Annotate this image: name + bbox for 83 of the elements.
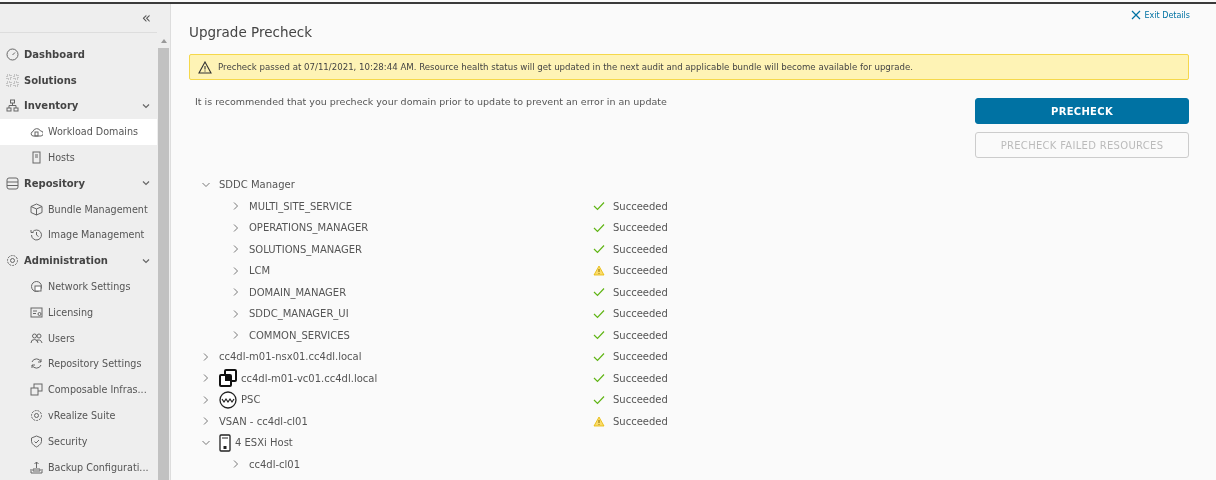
- sync-icon: [30, 357, 43, 371]
- windows-icon: [219, 369, 237, 388]
- tree-node-label: SDDC_MANAGER_UI: [249, 308, 350, 320]
- hierarchy-icon: [6, 99, 19, 113]
- status-text: Succeeded: [613, 265, 668, 277]
- alert-message: Precheck passed at 07/11/2021, 10:28:44 AM. Resource health status will get updated in the next audit and applicable bundle will become available for upgrade.: [218, 62, 914, 72]
- tree-node-label: 4 ESXi Host: [235, 437, 294, 449]
- precheck-button[interactable]: PRECHECK: [975, 98, 1189, 124]
- nav-item[interactable]: Security: [0, 428, 157, 455]
- database-icon: [6, 176, 19, 190]
- chevron-icon[interactable]: [231, 308, 241, 319]
- nav-item[interactable]: Bundle Management: [0, 196, 157, 223]
- users-icon: [30, 331, 43, 345]
- collapse-button[interactable]: «: [135, 9, 157, 28]
- gear-icon: [30, 409, 43, 422]
- exit-details-link[interactable]: Exit Details: [1130, 10, 1190, 20]
- tree-node-label: DOMAIN_MANAGER: [249, 286, 348, 298]
- tree-node-label: VSAN - cc4dl-cl01: [219, 415, 309, 427]
- history-icon: [30, 228, 43, 242]
- grid-icon: [6, 73, 19, 87]
- status-text: Succeeded: [613, 415, 668, 427]
- nav-item[interactable]: Hosts: [0, 144, 157, 171]
- tree-node-label: OPERATIONS_MANAGER: [249, 222, 370, 234]
- chevron-icon[interactable]: [201, 416, 211, 427]
- nav-item[interactable]: Solutions: [0, 67, 157, 94]
- nav-item[interactable]: Users: [0, 325, 157, 351]
- page-title: Upgrade Precheck: [189, 24, 312, 40]
- tree-node-label: LCM: [249, 265, 272, 277]
- nav-item[interactable]: Inventory: [0, 93, 157, 119]
- chevron-icon[interactable]: [231, 222, 241, 233]
- chevron-icon[interactable]: [231, 265, 241, 276]
- status-text: Succeeded: [613, 222, 668, 234]
- status-text: Succeeded: [613, 372, 668, 384]
- cloud-icon: [30, 125, 43, 139]
- shield-icon: [30, 434, 43, 448]
- license-icon: [30, 305, 43, 319]
- network-icon: [30, 280, 43, 293]
- tree-node-label: cc4dl-cl01: [249, 458, 302, 470]
- nav-item[interactable]: Licensing: [0, 299, 157, 326]
- status-text: Succeeded: [613, 200, 668, 212]
- tree-node-label: COMMON_SERVICES: [249, 329, 351, 341]
- warning-icon: [198, 60, 212, 74]
- status-text: Succeeded: [613, 308, 668, 320]
- nav-item[interactable]: Workload Domains: [0, 118, 157, 145]
- chevron-icon[interactable]: [201, 351, 211, 362]
- tree-node-label: cc4dl-m01-nsx01.cc4dl.local: [219, 351, 363, 363]
- tree-node-label: SDDC Manager: [219, 179, 296, 191]
- status-text: Succeeded: [613, 351, 668, 363]
- nav-item[interactable]: Dashboard: [0, 41, 157, 68]
- tree-node-label: SOLUTIONS_MANAGER: [249, 243, 363, 255]
- nav-item[interactable]: Network Settings: [0, 273, 157, 300]
- package-icon: [30, 202, 43, 216]
- server-icon: [30, 151, 43, 165]
- scroll-up-icon[interactable]: [159, 38, 168, 44]
- backup-icon: [30, 460, 43, 474]
- status-text: Succeeded: [613, 394, 668, 406]
- server-icon: [219, 433, 231, 452]
- status-text: Succeeded: [613, 286, 668, 298]
- chevron-icon[interactable]: [231, 330, 241, 341]
- nav-item[interactable]: Repository Settings: [0, 351, 157, 377]
- chevron-icon[interactable]: [231, 287, 241, 298]
- hint-text: It is recommended that you precheck your domain prior to update to prevent an error in an update: [195, 96, 667, 109]
- nav-item[interactable]: Composable Infras...: [0, 376, 157, 403]
- chevron-icon[interactable]: [231, 201, 241, 212]
- status-text: Succeeded: [613, 329, 668, 341]
- gear-icon: [6, 254, 19, 268]
- gauge-icon: [6, 47, 19, 61]
- nav-item[interactable]: vRealize Suite: [0, 402, 157, 429]
- stack-icon: [30, 383, 43, 397]
- chevron-icon[interactable]: [201, 394, 211, 405]
- nav-item[interactable]: Administration: [0, 247, 157, 274]
- nav-item[interactable]: Backup Configurati...: [0, 454, 157, 480]
- status-text: Succeeded: [613, 243, 668, 255]
- nav-item[interactable]: Repository: [0, 170, 157, 197]
- tree-node-label: MULTI_SITE_SERVICE: [249, 200, 354, 212]
- chevron-icon[interactable]: [201, 373, 211, 384]
- circle-wave-icon: [219, 390, 237, 409]
- nav-item[interactable]: Image Management: [0, 222, 157, 248]
- close-icon: [1130, 10, 1141, 20]
- tree-node-label: PSC: [241, 394, 262, 406]
- tree-node-label: cc4dl-m01-vc01.cc4dl.local: [241, 372, 379, 384]
- chevron-icon[interactable]: [231, 244, 241, 255]
- chevron-icon[interactable]: [231, 459, 241, 470]
